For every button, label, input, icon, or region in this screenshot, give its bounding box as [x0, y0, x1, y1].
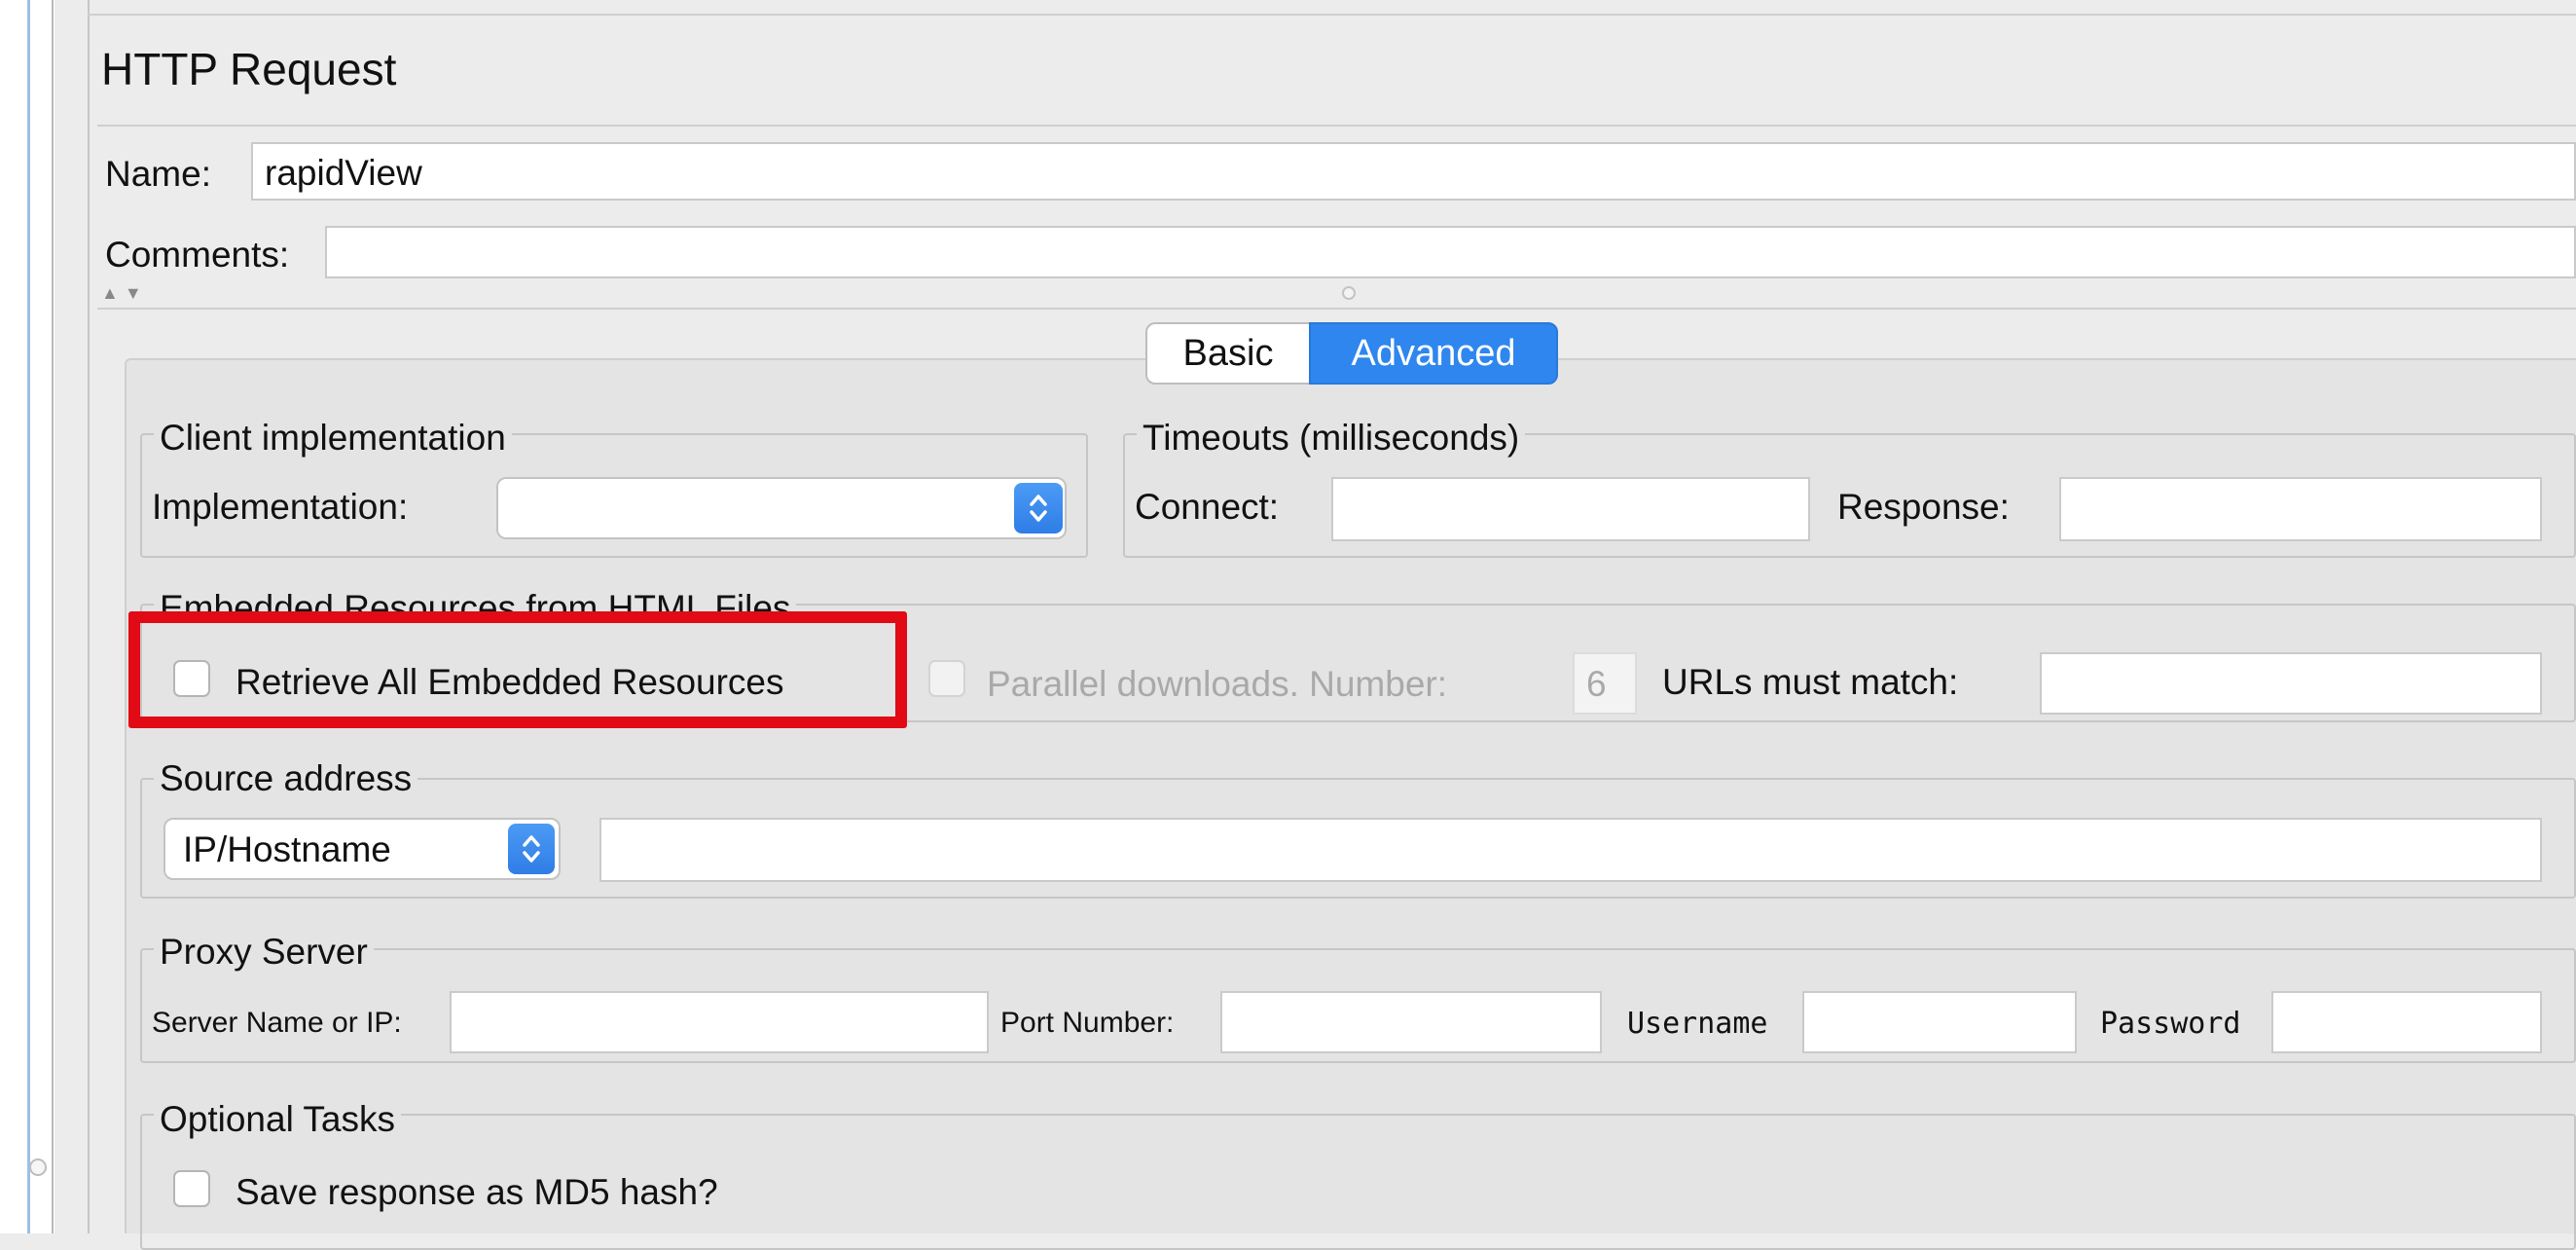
select-arrows-icon[interactable]	[508, 824, 555, 874]
proxy-password-input[interactable]	[2271, 991, 2542, 1053]
proxy-port-input[interactable]	[1220, 991, 1602, 1053]
urls-must-match-input[interactable]	[2040, 652, 2542, 715]
name-input[interactable]: rapidView	[251, 142, 2576, 201]
tree-connector-line	[27, 0, 30, 1233]
panel-top-border	[88, 14, 2576, 16]
select-arrows-icon[interactable]	[1014, 483, 1063, 533]
highlight-annotation-box	[128, 611, 907, 728]
connect-label: Connect:	[1135, 487, 1280, 527]
md5-hash-checkbox[interactable]	[173, 1170, 210, 1207]
comments-input[interactable]	[325, 226, 2576, 278]
proxy-username-label: Username	[1627, 1007, 1768, 1041]
title-divider	[97, 125, 2576, 127]
source-address-type-value: IP/Hostname	[183, 829, 391, 869]
name-label: Name:	[105, 154, 211, 194]
response-label: Response:	[1837, 487, 2010, 527]
splitter-grip[interactable]	[1342, 286, 1356, 300]
response-input[interactable]	[2059, 477, 2542, 541]
proxy-server-legend: Proxy Server	[154, 931, 374, 974]
proxy-server-name-label: Server Name or IP:	[152, 1007, 402, 1039]
proxy-username-input[interactable]	[1802, 991, 2077, 1053]
panel-title: HTTP Request	[101, 44, 397, 94]
comments-label: Comments:	[105, 235, 290, 275]
parallel-downloads-label: Parallel downloads. Number:	[987, 664, 1448, 704]
client-implementation-legend: Client implementation	[154, 417, 512, 460]
splitter-line	[97, 308, 2576, 310]
tab-basic[interactable]: Basic	[1145, 322, 1309, 385]
implementation-label: Implementation:	[152, 487, 409, 527]
connect-input[interactable]	[1331, 477, 1810, 541]
implementation-select[interactable]	[496, 477, 1067, 539]
parallel-number-input[interactable]: 6	[1573, 652, 1637, 715]
name-input-value: rapidView	[265, 153, 422, 193]
proxy-server-name-input[interactable]	[450, 991, 989, 1053]
source-address-legend: Source address	[154, 757, 418, 800]
timeouts-legend: Timeouts (milliseconds)	[1137, 417, 1526, 460]
parallel-number-value: 6	[1586, 664, 1607, 704]
md5-hash-label: Save response as MD5 hash?	[236, 1172, 718, 1212]
panel-divider	[52, 0, 54, 1233]
tab-advanced[interactable]: Advanced	[1309, 322, 1558, 385]
urls-must-match-label: URLs must match:	[1662, 662, 1959, 702]
proxy-password-label: Password	[2100, 1007, 2241, 1041]
proxy-port-label: Port Number:	[1000, 1007, 1175, 1039]
source-address-type-select[interactable]: IP/Hostname	[163, 818, 561, 880]
splitter-handle[interactable]	[29, 1158, 47, 1176]
optional-tasks-legend: Optional Tasks	[154, 1098, 401, 1141]
splitter-arrows[interactable]: ▲▼	[101, 283, 148, 304]
parallel-downloads-checkbox[interactable]	[928, 660, 965, 697]
source-address-input[interactable]	[599, 818, 2542, 882]
